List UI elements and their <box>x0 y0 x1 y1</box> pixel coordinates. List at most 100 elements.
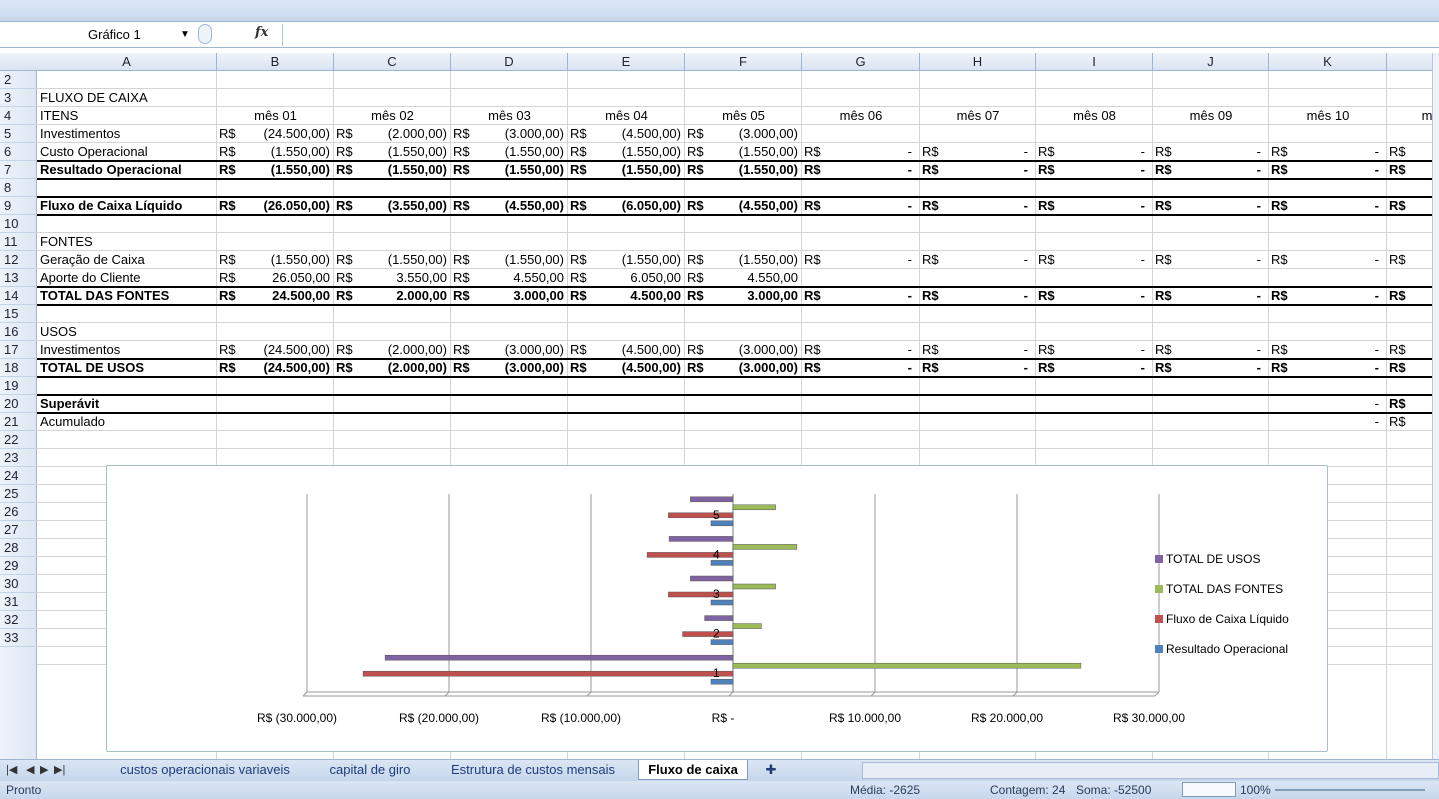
currency-symbol[interactable]: R$ <box>1038 161 1068 179</box>
column-header-b[interactable]: B <box>217 53 334 71</box>
row-label[interactable]: Resultado Operacional <box>40 161 216 179</box>
chart-object[interactable]: R$ (30.000,00) R$ (20.000,00) R$ (10.000,0… <box>106 465 1328 752</box>
value-cell[interactable]: (1.550,00) <box>713 161 798 179</box>
value-cell[interactable]: (24.500,00) <box>245 125 331 143</box>
row-header[interactable]: 26 <box>0 503 37 521</box>
column-header-d[interactable]: D <box>451 53 568 71</box>
dash-cell[interactable]: - <box>1299 161 1379 179</box>
value-cell[interactable]: (1.550,00) <box>479 143 564 161</box>
vertical-scrollbar[interactable] <box>1432 53 1439 759</box>
currency-symbol[interactable]: R$ <box>804 359 834 377</box>
dash-cell[interactable]: - <box>950 359 1028 377</box>
row-header[interactable]: 13 <box>0 269 37 287</box>
currency-symbol[interactable]: R$ <box>1038 143 1068 161</box>
row-header[interactable]: 24 <box>0 467 37 485</box>
currency-symbol[interactable]: R$ <box>1155 143 1185 161</box>
currency-symbol[interactable]: R$ <box>1389 251 1419 269</box>
chevron-down-icon[interactable]: ▼ <box>180 25 190 45</box>
month-header[interactable]: mês 06 <box>804 107 918 125</box>
currency-symbol[interactable]: R$ <box>1038 287 1068 305</box>
currency-symbol[interactable]: R$ <box>1389 413 1419 431</box>
dash-cell[interactable]: - <box>950 341 1028 359</box>
value-cell[interactable]: (1.550,00) <box>713 251 798 269</box>
zoom-slider[interactable] <box>1275 789 1425 791</box>
tab-fluxo-de-caixa[interactable]: Fluxo de caixa <box>638 760 748 780</box>
value-cell[interactable]: (1.550,00) <box>596 143 681 161</box>
row-label[interactable]: TOTAL DAS FONTES <box>40 287 216 305</box>
month-header[interactable]: mês 10 <box>1271 107 1385 125</box>
value-cell[interactable]: (4.550,00) <box>479 197 564 215</box>
row-label[interactable]: Fluxo de Caixa Líquido <box>40 197 216 215</box>
row-label[interactable]: Superávit <box>40 395 216 413</box>
currency-symbol[interactable]: R$ <box>922 161 952 179</box>
tab-estrutura-custos[interactable]: Estrutura de custos mensais <box>433 760 633 780</box>
dash-cell[interactable]: - <box>832 359 912 377</box>
row-header[interactable]: 8 <box>0 179 37 197</box>
row-header[interactable]: 33 <box>0 629 37 647</box>
horizontal-scrollbar[interactable] <box>862 762 1439 779</box>
value-cell[interactable]: 4.500,00 <box>596 287 681 305</box>
row-label[interactable]: Investimentos <box>40 125 216 143</box>
column-header-j[interactable]: J <box>1153 53 1269 71</box>
dash-cell[interactable]: - <box>832 161 912 179</box>
value-cell[interactable]: (24.500,00) <box>245 359 331 377</box>
row-header[interactable]: 19 <box>0 377 37 395</box>
value-cell[interactable]: (2.000,00) <box>362 359 447 377</box>
row-header[interactable]: 5 <box>0 125 37 143</box>
dash-cell[interactable]: - <box>1183 359 1261 377</box>
currency-symbol[interactable]: R$ <box>804 161 834 179</box>
currency-symbol[interactable]: R$ <box>922 341 952 359</box>
dash-cell[interactable]: - <box>950 161 1028 179</box>
currency-symbol[interactable]: R$ <box>1155 359 1185 377</box>
row-label[interactable]: Geração de Caixa <box>40 251 216 269</box>
value-cell[interactable]: (1.550,00) <box>479 161 564 179</box>
value-cell[interactable]: (24.500,00) <box>245 341 331 359</box>
currency-symbol[interactable]: R$ <box>1389 197 1419 215</box>
value-cell[interactable]: (6.050,00) <box>596 197 681 215</box>
dash-cell[interactable]: - <box>1299 251 1379 269</box>
value-cell[interactable]: 4.550,00 <box>713 269 798 287</box>
month-header[interactable]: mês 09 <box>1155 107 1267 125</box>
currency-symbol[interactable]: R$ <box>804 251 834 269</box>
currency-symbol[interactable]: R$ <box>1389 161 1419 179</box>
month-header[interactable]: mês 01 <box>219 107 332 125</box>
view-buttons[interactable] <box>1182 782 1236 797</box>
dash-cell[interactable]: - <box>1066 197 1145 215</box>
row-header[interactable]: 4 <box>0 107 37 125</box>
currency-symbol[interactable]: R$ <box>804 287 834 305</box>
dash-cell[interactable]: - <box>1183 143 1261 161</box>
dash-cell[interactable]: - <box>1183 287 1261 305</box>
value-cell[interactable]: (3.000,00) <box>713 359 798 377</box>
value-cell[interactable]: 3.000,00 <box>713 287 798 305</box>
row-label[interactable]: TOTAL DE USOS <box>40 359 216 377</box>
row-label[interactable]: Aporte do Cliente <box>40 269 216 287</box>
dash-cell[interactable]: - <box>832 197 912 215</box>
row-label[interactable]: FLUXO DE CAIXA <box>40 89 216 107</box>
value-cell[interactable]: (1.550,00) <box>362 251 447 269</box>
value-cell[interactable]: (1.550,00) <box>479 251 564 269</box>
month-header[interactable]: mês 04 <box>570 107 683 125</box>
dash-cell[interactable]: - <box>1299 395 1379 413</box>
currency-symbol[interactable]: R$ <box>922 197 952 215</box>
currency-symbol[interactable]: R$ <box>1271 251 1301 269</box>
insert-function-icon[interactable]: fx <box>255 25 268 40</box>
value-cell[interactable]: (1.550,00) <box>362 143 447 161</box>
value-cell[interactable]: 6.050,00 <box>596 269 681 287</box>
row-header[interactable]: 15 <box>0 305 37 323</box>
currency-symbol[interactable]: R$ <box>1155 197 1185 215</box>
value-cell[interactable]: 3.000,00 <box>479 287 564 305</box>
value-cell[interactable]: 26.050,00 <box>245 269 330 287</box>
first-sheet-icon[interactable]: |◀ <box>6 763 17 776</box>
currency-symbol[interactable]: R$ <box>1038 359 1068 377</box>
value-cell[interactable]: (1.550,00) <box>245 161 330 179</box>
row-header[interactable]: 3 <box>0 89 37 107</box>
currency-symbol[interactable]: R$ <box>1038 197 1068 215</box>
dash-cell[interactable]: - <box>1066 161 1145 179</box>
value-cell[interactable]: (4.500,00) <box>596 125 681 143</box>
prev-sheet-icon[interactable]: ◀ <box>26 763 34 776</box>
dash-cell[interactable]: - <box>1066 287 1145 305</box>
insert-sheet-icon[interactable]: ✚ <box>756 760 786 780</box>
dash-cell[interactable]: - <box>1183 197 1261 215</box>
row-header[interactable]: 20 <box>0 395 37 413</box>
value-cell[interactable]: (3.550,00) <box>362 197 447 215</box>
